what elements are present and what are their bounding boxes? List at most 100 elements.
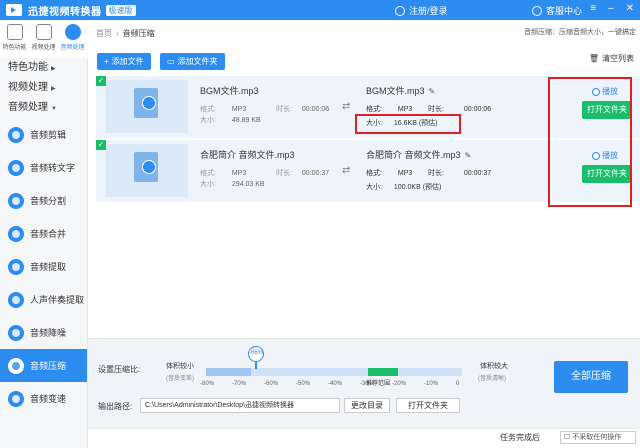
tab-video-processing[interactable]: 视频处理 <box>29 20 58 58</box>
open-output-folder-button[interactable]: 打开文件夹 <box>396 398 460 413</box>
sidebar-item-audio-compress[interactable]: 音频压缩 <box>0 349 87 382</box>
customer-service-link[interactable]: 客服中心 <box>532 4 582 17</box>
sidebar-item-audio-cut[interactable]: 音频剪辑 <box>0 118 87 151</box>
clear-list-button[interactable]: 🗑 清空列表 <box>589 53 634 64</box>
edit-icon[interactable]: ✎ <box>429 87 436 96</box>
slider-tick-label: 0 <box>456 381 460 387</box>
sidebar-item-audio-speed[interactable]: 音频变速 <box>0 382 87 415</box>
speed-icon <box>8 390 24 407</box>
caret-right-icon: ▶ <box>51 66 56 72</box>
play-button[interactable]: 播放 <box>592 150 618 161</box>
compression-label: 设置压缩比: <box>98 365 141 374</box>
output-path-label: 输出路径: <box>98 402 133 411</box>
add-file-button[interactable]: + 添加文件 <box>97 53 151 70</box>
status-bar <box>88 428 640 448</box>
sidebar-item-denoise[interactable]: 音频降噪 <box>0 316 87 349</box>
top-nav: 特色功能 视频处理 音频处理 <box>0 20 88 58</box>
denoise-icon <box>8 324 24 341</box>
large-size-label: 体积较大 <box>480 363 508 370</box>
slider-handle-stem <box>255 361 257 369</box>
edit-icon[interactable]: ✎ <box>465 151 472 160</box>
play-circle-icon <box>592 87 600 96</box>
slider-tick-label: -80% <box>200 381 215 387</box>
checkbox-checked-icon[interactable]: ✓ <box>96 140 106 150</box>
convert-arrow-icon: ⇄ <box>342 101 351 112</box>
checkbox-checked-icon[interactable]: ✓ <box>96 76 106 86</box>
compress-icon <box>8 357 24 374</box>
sidebar-item-audio-split[interactable]: 音频分割 <box>0 184 87 217</box>
login-label: 注册/登录 <box>409 6 448 16</box>
estimated-size: 大小: 16.6KB (预估) <box>366 120 438 127</box>
slider-tick-label: -40% <box>328 381 343 387</box>
slider-tick-label: -10% <box>424 381 439 387</box>
sidebar-category-audio[interactable]: 音频处理 ▼ <box>0 98 87 118</box>
sidebar-item-vocal-extract[interactable]: 人声伴奏提取 <box>0 283 87 316</box>
slider-tick-label: -20% <box>392 381 407 387</box>
checkbox-icon: ☐ <box>564 434 571 441</box>
folder-icon: ▭ <box>167 57 175 66</box>
slider-tick-label: -50% <box>296 381 311 387</box>
output-file-name: BGM文件.mp3 ✎ <box>366 86 436 96</box>
sidebar-category-special[interactable]: 特色功能 ▶ <box>0 58 87 78</box>
task-done-label: 任务完成后 <box>500 433 540 442</box>
close-icon[interactable]: ✕ <box>626 3 634 14</box>
add-folder-button[interactable]: ▭ 添加文件夹 <box>160 53 225 70</box>
file-row: ✓ 合肥简介 音频文件.mp3 格式: MP3 时长: 00:00:37 大小:… <box>96 140 640 202</box>
breadcrumb: 首页 › 音频压缩 音频压缩：压缩音频大小，一键搞定 <box>96 28 636 38</box>
extract-icon <box>8 258 24 275</box>
recommended-range <box>368 368 398 376</box>
login-link[interactable]: 注册/登录 <box>395 4 448 17</box>
slider-tick-label: -60% <box>264 381 279 387</box>
grid-icon <box>6 24 23 40</box>
film-icon <box>35 24 52 40</box>
minimize-icon[interactable]: – <box>608 3 614 14</box>
edition-badge: 极速版 <box>105 4 136 16</box>
sidebar-item-audio-extract[interactable]: 音频提取 <box>0 250 87 283</box>
app-title: 迅捷视频转换器 <box>28 6 102 18</box>
open-folder-button[interactable]: 打开文件夹 <box>582 165 632 183</box>
convert-arrow-icon: ⇄ <box>342 165 351 176</box>
audio-thumbnail <box>106 80 188 133</box>
customer-service-label: 客服中心 <box>546 6 583 16</box>
play-button[interactable]: 播放 <box>592 86 618 97</box>
audio-thumbnail <box>106 144 188 197</box>
slider-tick-label: -70% <box>232 381 247 387</box>
after-task-select[interactable]: ☐ 不采取任何操作 <box>560 431 636 444</box>
output-file-name: 合肥简介 音频文件.mp3 ✎ <box>366 150 472 160</box>
change-directory-button[interactable]: 更改目录 <box>344 398 390 413</box>
breadcrumb-current: 音频压缩 <box>122 28 155 38</box>
menu-icon[interactable]: ≡ <box>590 3 596 14</box>
sidebar-category-video[interactable]: 视频处理 ▶ <box>0 78 87 98</box>
action-bar: + 添加文件 ▭ 添加文件夹 🗑 清空列表 <box>88 50 640 72</box>
music-icon <box>64 24 81 40</box>
text-icon <box>8 159 24 176</box>
file-row: ✓ BGM文件.mp3 格式: MP3 时长: 00:00:06 大小: 48.… <box>96 76 640 138</box>
sidebar: 特色功能 ▶ 视频处理 ▶ 音频处理 ▼ 音频剪辑 音频转文字 音频分割 音频合并 音… <box>0 58 88 448</box>
tab-audio-processing[interactable]: 音频处理 <box>58 20 87 58</box>
open-folder-button[interactable]: 打开文件夹 <box>582 101 632 119</box>
caret-right-icon: ▶ <box>51 86 56 92</box>
compression-slider[interactable] <box>206 368 462 376</box>
microphone-icon <box>8 291 24 308</box>
play-icon <box>142 96 156 110</box>
source-file-name: 合肥简介 音频文件.mp3 <box>200 150 295 160</box>
compress-all-button[interactable]: 全部压缩 <box>554 361 628 393</box>
source-file-name: BGM文件.mp3 <box>200 86 259 96</box>
tab-special-features[interactable]: 特色功能 <box>0 20 29 58</box>
sidebar-item-audio-merge[interactable]: 音频合并 <box>0 217 87 250</box>
app-logo-icon <box>6 4 22 16</box>
small-size-label: 体积较小 <box>166 363 194 370</box>
output-path-input[interactable]: C:\Users\Administrator\Desktop\迅捷视频转换器 <box>140 398 340 413</box>
caret-down-icon: ▼ <box>51 106 57 112</box>
play-icon <box>142 160 156 174</box>
feature-hint: 音频压缩：压缩音频大小，一键搞定 <box>524 29 636 36</box>
play-circle-icon <box>592 151 600 160</box>
title-bar: 迅捷视频转换器 极速版 注册/登录 客服中心 ≡ – ✕ <box>0 0 640 20</box>
user-icon <box>395 5 405 16</box>
headset-icon <box>532 5 542 16</box>
breadcrumb-home[interactable]: 首页 <box>96 29 112 38</box>
small-size-sub: (音质变差) <box>166 376 194 382</box>
scissors-icon <box>8 126 24 143</box>
slider-handle[interactable]: -66% <box>248 346 264 362</box>
sidebar-item-audio-to-text[interactable]: 音频转文字 <box>0 151 87 184</box>
